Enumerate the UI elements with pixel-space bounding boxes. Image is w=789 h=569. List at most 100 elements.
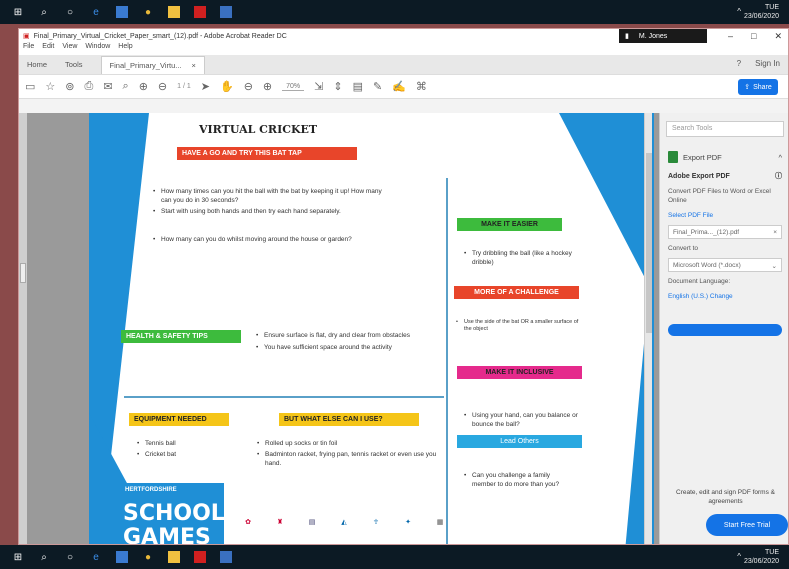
clock-time: TUE [765, 4, 779, 11]
convert-to-select[interactable]: Microsoft Word (*.docx) ⌄ [668, 258, 782, 272]
page-down-icon[interactable]: ⊖ [158, 80, 167, 93]
bullet-else-2: Badminton racket, frying pan, tennis rac… [257, 450, 445, 468]
tab-document[interactable]: Final_Primary_Virtu... × [100, 55, 205, 74]
adobe-export-label: Adobe Export PDF [668, 173, 730, 180]
logo-games: GAMES [123, 525, 211, 545]
acrobat-icon[interactable] [194, 6, 206, 18]
upload-icon[interactable]: ⊚ [65, 80, 74, 93]
zoom-in-icon[interactable]: ⊕ [263, 80, 272, 93]
menu-window[interactable]: Window [85, 43, 110, 55]
menu-help[interactable]: Help [118, 43, 132, 55]
sign-icon[interactable]: ✍ [392, 80, 406, 93]
tab-home[interactable]: Home [27, 60, 47, 69]
sidebar-toggle-icon[interactable]: ▭ [25, 80, 35, 93]
stamp-icon[interactable]: ⌘ [416, 80, 427, 93]
windows-icon[interactable]: ⊞ [12, 551, 24, 563]
page-title: VIRTUAL CRICKET [199, 123, 318, 136]
acrobat-icon[interactable] [194, 551, 206, 563]
store-icon[interactable] [116, 6, 128, 18]
sponsor-logo-2: ♜ [276, 519, 284, 526]
menu-view[interactable]: View [62, 43, 77, 55]
close-icon[interactable]: ✕ [774, 31, 782, 42]
zoom-out-icon[interactable]: ⊖ [244, 80, 253, 93]
print-icon[interactable]: ⎙ [85, 80, 94, 93]
left-panel-handle[interactable] [20, 263, 26, 283]
chevron-up-icon[interactable]: ^ [737, 7, 741, 16]
app-icon[interactable] [220, 551, 232, 563]
files-icon[interactable] [168, 551, 180, 563]
convert-button[interactable] [668, 324, 782, 336]
search-tools-input[interactable]: Search Tools [666, 121, 784, 137]
task-view-icon[interactable]: ○ [64, 551, 76, 563]
clock[interactable]: ^ TUE 23/06/2020 [737, 3, 779, 21]
scrollbar-thumb[interactable] [646, 153, 652, 333]
bullet-challenge-1: Use the side of the bat OR a smaller sur… [456, 319, 579, 333]
sponsor-logos: ✿ ♜ ▤ ◭ ☥ ✦ ▦ [239, 513, 449, 531]
user-chip[interactable]: ▮ M. Jones [619, 29, 707, 43]
windows-icon[interactable]: ⊞ [12, 6, 24, 18]
files-icon[interactable] [168, 6, 180, 18]
app-icon[interactable] [220, 6, 232, 18]
highlight-icon[interactable]: ✎ [373, 80, 382, 93]
zoom-select[interactable]: 70% [282, 83, 305, 91]
fit-page-icon[interactable]: ⇲ [314, 80, 323, 93]
sponsor-logo-7: ▦ [436, 519, 444, 526]
select-cursor-icon[interactable]: ➤ [201, 80, 210, 93]
maximize-icon[interactable]: □ [751, 31, 756, 42]
edge-icon[interactable]: e [90, 551, 102, 563]
close-tab-icon[interactable]: × [192, 61, 196, 70]
help-icon[interactable]: ? [737, 59, 741, 68]
sponsor-logo-5: ☥ [373, 519, 379, 526]
search-icon[interactable]: ⌕ [38, 6, 50, 18]
logo-county: HERTFORDSHIRE [125, 487, 177, 493]
lead-header: Lead Others [457, 435, 582, 448]
comment-icon[interactable]: ▤ [353, 80, 363, 93]
start-trial-button[interactable]: Start Free Trial [706, 514, 788, 536]
menu-edit[interactable]: Edit [42, 43, 54, 55]
zoom-search-icon[interactable]: ⌕ [123, 80, 129, 93]
clear-file-icon[interactable]: × [773, 229, 777, 236]
bookmark-icon[interactable]: ☆ [45, 80, 55, 93]
challenge-header: MORE OF A CHALLENGE [454, 286, 579, 299]
export-pdf-tool[interactable]: Export PDF ^ [660, 145, 788, 169]
bullet-lead-1: Can you challenge a family member to do … [464, 471, 572, 489]
file-name: Final_Prima..._(12).pdf [673, 229, 740, 236]
menu-file[interactable]: File [23, 43, 34, 55]
user-name: M. Jones [638, 32, 668, 40]
logo-school: SCHOOL [123, 501, 225, 526]
info-icon[interactable]: ⓘ [775, 172, 782, 181]
easier-header: MAKE IT EASIER [457, 218, 562, 231]
language-change-link[interactable]: English (U.S.) Change [660, 289, 788, 304]
page-up-icon[interactable]: ⊕ [139, 80, 148, 93]
divider-vertical [446, 178, 448, 544]
page-indicator[interactable]: 1 / 1 [177, 83, 191, 90]
edge-icon[interactable]: e [90, 6, 102, 18]
equipment-header: EQUIPMENT NEEDED [129, 413, 229, 426]
vertical-scrollbar[interactable] [644, 113, 652, 544]
sign-in-link[interactable]: Sign In [755, 59, 780, 68]
minimize-icon[interactable]: – [728, 31, 733, 42]
sponsor-logo-4: ◭ [341, 519, 347, 526]
bat-tap-header: HAVE A GO AND TRY THIS BAT TAP [177, 147, 357, 160]
chrome-icon[interactable]: ● [142, 551, 154, 563]
search-icon[interactable]: ⌕ [38, 551, 50, 563]
convert-description: Convert PDF Files to Word or Excel Onlin… [668, 188, 771, 204]
hand-tool-icon[interactable]: ✋ [220, 80, 234, 93]
pdf-page: VIRTUAL CRICKET HAVE A GO AND TRY THIS B… [89, 113, 654, 545]
scroll-mode-icon[interactable]: ⇕ [333, 80, 342, 93]
tab-tools[interactable]: Tools [65, 60, 83, 69]
task-view-icon[interactable]: ○ [64, 6, 76, 18]
tools-pane: Search Tools Export PDF ^ Adobe Export P… [659, 113, 788, 544]
clock[interactable]: ^ TUE 23/06/2020 [737, 548, 779, 566]
tab-bar: Home Tools Final_Primary_Virtu... × ? Si… [19, 55, 788, 75]
email-icon[interactable]: ✉ [103, 80, 112, 93]
school-games-logo: HERTFORDSHIRE SCHOOL GAMES [119, 483, 225, 545]
clock-date: 23/06/2020 [743, 558, 779, 565]
file-field[interactable]: Final_Prima..._(12).pdf × [668, 225, 782, 239]
store-icon[interactable] [116, 551, 128, 563]
chrome-icon[interactable]: ● [142, 6, 154, 18]
chevron-up-icon[interactable]: ^ [737, 552, 741, 561]
chevron-up-icon[interactable]: ^ [778, 153, 782, 162]
health-header: HEALTH & SAFETY TIPS [121, 330, 241, 343]
share-button[interactable]: ⇪ Share [738, 79, 778, 95]
